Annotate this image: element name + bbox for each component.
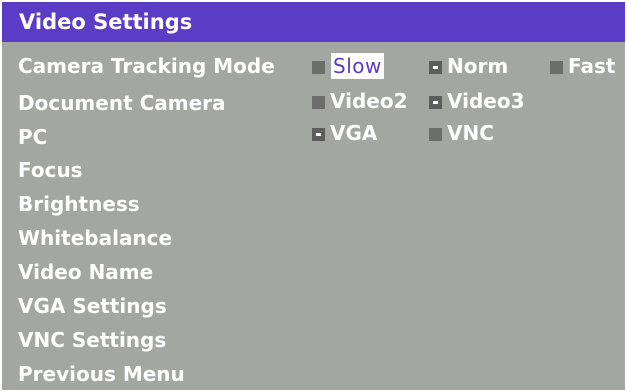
menu-item-vga-settings[interactable]: VGA Settings xyxy=(18,293,167,319)
video-settings-panel: Video Settings Camera Tracking Mode Docu… xyxy=(2,2,625,390)
option-label: Video3 xyxy=(447,89,525,113)
menu-item-previous-menu[interactable]: Previous Menu xyxy=(18,361,185,387)
option-slow[interactable]: Slow xyxy=(312,53,384,79)
title-bar: Video Settings xyxy=(2,2,625,42)
checkbox-icon xyxy=(429,127,442,141)
checkbox-selected-icon xyxy=(429,95,442,109)
option-label: VGA xyxy=(330,121,378,145)
menu-item-brightness[interactable]: Brightness xyxy=(18,191,140,217)
menu-item-camera-tracking-mode[interactable]: Camera Tracking Mode xyxy=(18,53,275,79)
menu-item-pc[interactable]: PC xyxy=(18,124,47,150)
checkbox-icon xyxy=(550,60,563,74)
menu-item-vnc-settings[interactable]: VNC Settings xyxy=(18,327,166,353)
menu-item-focus[interactable]: Focus xyxy=(18,157,83,183)
option-vnc[interactable]: VNC xyxy=(429,120,494,146)
checkbox-selected-icon xyxy=(312,127,325,141)
option-label: VNC xyxy=(447,121,494,145)
option-label: Video2 xyxy=(330,89,408,113)
option-label: Norm xyxy=(447,54,509,78)
option-label: Fast xyxy=(568,54,616,78)
menu-item-whitebalance[interactable]: Whitebalance xyxy=(18,225,172,251)
menu-item-video-name[interactable]: Video Name xyxy=(18,259,153,285)
checkbox-icon xyxy=(312,60,325,74)
option-vga[interactable]: VGA xyxy=(312,120,377,146)
menu-item-document-camera[interactable]: Document Camera xyxy=(18,90,226,116)
checkbox-icon xyxy=(312,95,325,109)
option-video3[interactable]: Video3 xyxy=(429,88,525,114)
option-norm[interactable]: Norm xyxy=(429,53,508,79)
option-label: Slow xyxy=(331,53,384,79)
option-fast[interactable]: Fast xyxy=(550,53,615,79)
page-title: Video Settings xyxy=(19,10,193,34)
option-video2[interactable]: Video2 xyxy=(312,88,408,114)
checkbox-selected-icon xyxy=(429,60,442,74)
